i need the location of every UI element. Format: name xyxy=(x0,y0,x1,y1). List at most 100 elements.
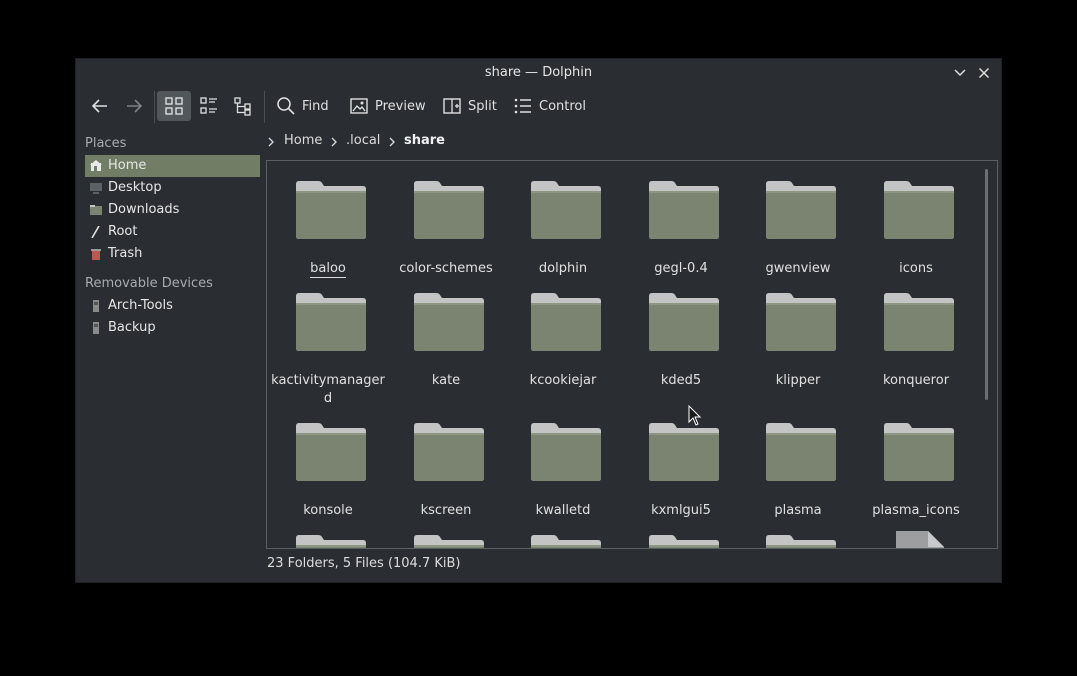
folder-name: gegl-0.4 xyxy=(654,261,708,276)
folder-item[interactable]: kded5 xyxy=(623,292,739,402)
file-item[interactable] xyxy=(858,531,974,548)
toolbar-separator xyxy=(154,91,155,123)
folder-item[interactable]: dolphin xyxy=(505,180,621,290)
desktop-icon xyxy=(90,183,102,194)
folder-name-text: baloo xyxy=(310,261,346,278)
sidebar-item-label: Root xyxy=(108,224,138,239)
folder-item[interactable]: konqueror xyxy=(858,292,974,402)
folder-item[interactable]: baloo xyxy=(270,180,386,290)
sidebar-item-label: Home xyxy=(108,158,147,173)
folder-icon xyxy=(294,292,368,356)
folder-item[interactable] xyxy=(623,534,739,548)
split-view-icon xyxy=(443,98,461,114)
close-button[interactable] xyxy=(976,65,992,81)
folder-name: gwenview xyxy=(765,261,831,276)
split-button[interactable]: Split xyxy=(438,91,501,121)
places-section-title: Places xyxy=(85,136,127,151)
folder-item[interactable]: kate xyxy=(388,292,504,402)
folder-item[interactable] xyxy=(505,534,621,548)
folder-icon xyxy=(294,422,368,486)
sidebar-item-trash[interactable]: Trash xyxy=(85,243,260,265)
folder-icon xyxy=(882,180,956,244)
sidebar-item-desktop[interactable]: Desktop xyxy=(85,177,260,199)
breadcrumb-local[interactable]: .local xyxy=(346,133,380,148)
breadcrumb-share[interactable]: share xyxy=(404,133,445,148)
sidebar-item-backup[interactable]: Backup xyxy=(85,317,260,339)
compact-view-button[interactable] xyxy=(194,91,224,121)
icons-view-button[interactable] xyxy=(157,91,191,121)
folder-item[interactable] xyxy=(270,534,386,548)
folder-icon xyxy=(529,180,603,244)
folder-item[interactable] xyxy=(740,534,856,548)
folder-icon xyxy=(529,292,603,356)
folder-item[interactable]: kwalletd xyxy=(505,422,621,532)
tree-view-icon xyxy=(234,97,251,116)
folder-item[interactable]: plasma_icons xyxy=(858,422,974,532)
folder-name: kate xyxy=(431,373,461,388)
folder-icon xyxy=(412,422,486,486)
folder-item[interactable]: klipper xyxy=(740,292,856,402)
scrollbar[interactable] xyxy=(985,169,988,400)
folder-name: kscreen xyxy=(420,503,472,518)
places-panel: Places Home Desktop Downloads Root Trash… xyxy=(85,133,260,339)
folder-item[interactable]: konsole xyxy=(270,422,386,532)
folder-item[interactable]: plasma xyxy=(740,422,856,532)
split-label: Split xyxy=(468,98,497,114)
folder-item[interactable]: kactivitymanagerd xyxy=(270,292,386,406)
folder-name: kactivitymanagerd xyxy=(271,373,385,406)
chevron-right-icon xyxy=(268,137,274,147)
mouse-cursor-icon xyxy=(688,404,702,431)
folder-item[interactable] xyxy=(388,534,504,548)
folder-name: konqueror xyxy=(882,373,950,388)
dolphin-window: share — Dolphin Find Preview Split Contr… xyxy=(75,58,1002,583)
forward-button[interactable] xyxy=(120,91,148,121)
folder-item[interactable]: gwenview xyxy=(740,180,856,290)
sidebar-item-label: Trash xyxy=(108,246,143,261)
folder-item[interactable]: kscreen xyxy=(388,422,504,532)
hamburger-menu-icon xyxy=(514,98,531,114)
folder-item[interactable]: kxmlgui5 xyxy=(623,422,739,532)
find-label: Find xyxy=(302,98,329,114)
file-view[interactable]: baloo color-schemes dolphin gegl-0.4 gwenvie… xyxy=(266,160,998,549)
sidebar-item-label: Desktop xyxy=(108,180,162,195)
folder-icon xyxy=(294,180,368,244)
folder-item[interactable]: icons xyxy=(858,180,974,290)
folder-name: kcookiejar xyxy=(529,373,597,388)
drive-icon xyxy=(93,322,99,334)
title-bar: share — Dolphin xyxy=(76,59,1001,87)
control-label: Control xyxy=(539,98,586,114)
control-menu-button[interactable]: Control xyxy=(509,91,590,121)
folder-name: plasma_icons xyxy=(872,503,960,518)
folder-icon xyxy=(294,534,368,548)
tree-view-button[interactable] xyxy=(228,91,258,121)
folder-name: color-schemes xyxy=(399,261,493,276)
folder-icon xyxy=(529,534,603,548)
minimize-button[interactable] xyxy=(952,65,968,81)
folder-item[interactable]: gegl-0.4 xyxy=(623,180,739,290)
sidebar-item-downloads[interactable]: Downloads xyxy=(85,199,260,221)
sidebar-item-label: Backup xyxy=(108,320,156,335)
folder-icon xyxy=(764,422,838,486)
find-button[interactable]: Find xyxy=(272,91,333,121)
folder-icon xyxy=(412,292,486,356)
folder-icon xyxy=(764,292,838,356)
preview-button[interactable]: Preview xyxy=(345,91,430,121)
breadcrumb-home[interactable]: Home xyxy=(284,133,322,148)
grid-view-icon xyxy=(165,97,183,115)
folder-icon xyxy=(882,292,956,356)
chevron-right-icon xyxy=(331,137,337,147)
image-icon xyxy=(350,98,368,114)
sidebar-item-home[interactable]: Home xyxy=(85,155,260,177)
trash-icon xyxy=(91,249,101,260)
folder-item[interactable]: color-schemes xyxy=(388,180,504,290)
back-button[interactable] xyxy=(86,91,114,121)
sidebar-item-root[interactable]: Root xyxy=(85,221,260,243)
file-icon xyxy=(896,531,948,548)
folder-icon xyxy=(764,534,838,548)
folder-name: plasma xyxy=(774,503,822,518)
folder-item[interactable]: kcookiejar xyxy=(505,292,621,402)
root-icon xyxy=(91,226,100,238)
folder-icon xyxy=(764,180,838,244)
chevron-right-icon xyxy=(389,137,395,147)
sidebar-item-arch-tools[interactable]: Arch-Tools xyxy=(85,295,260,317)
